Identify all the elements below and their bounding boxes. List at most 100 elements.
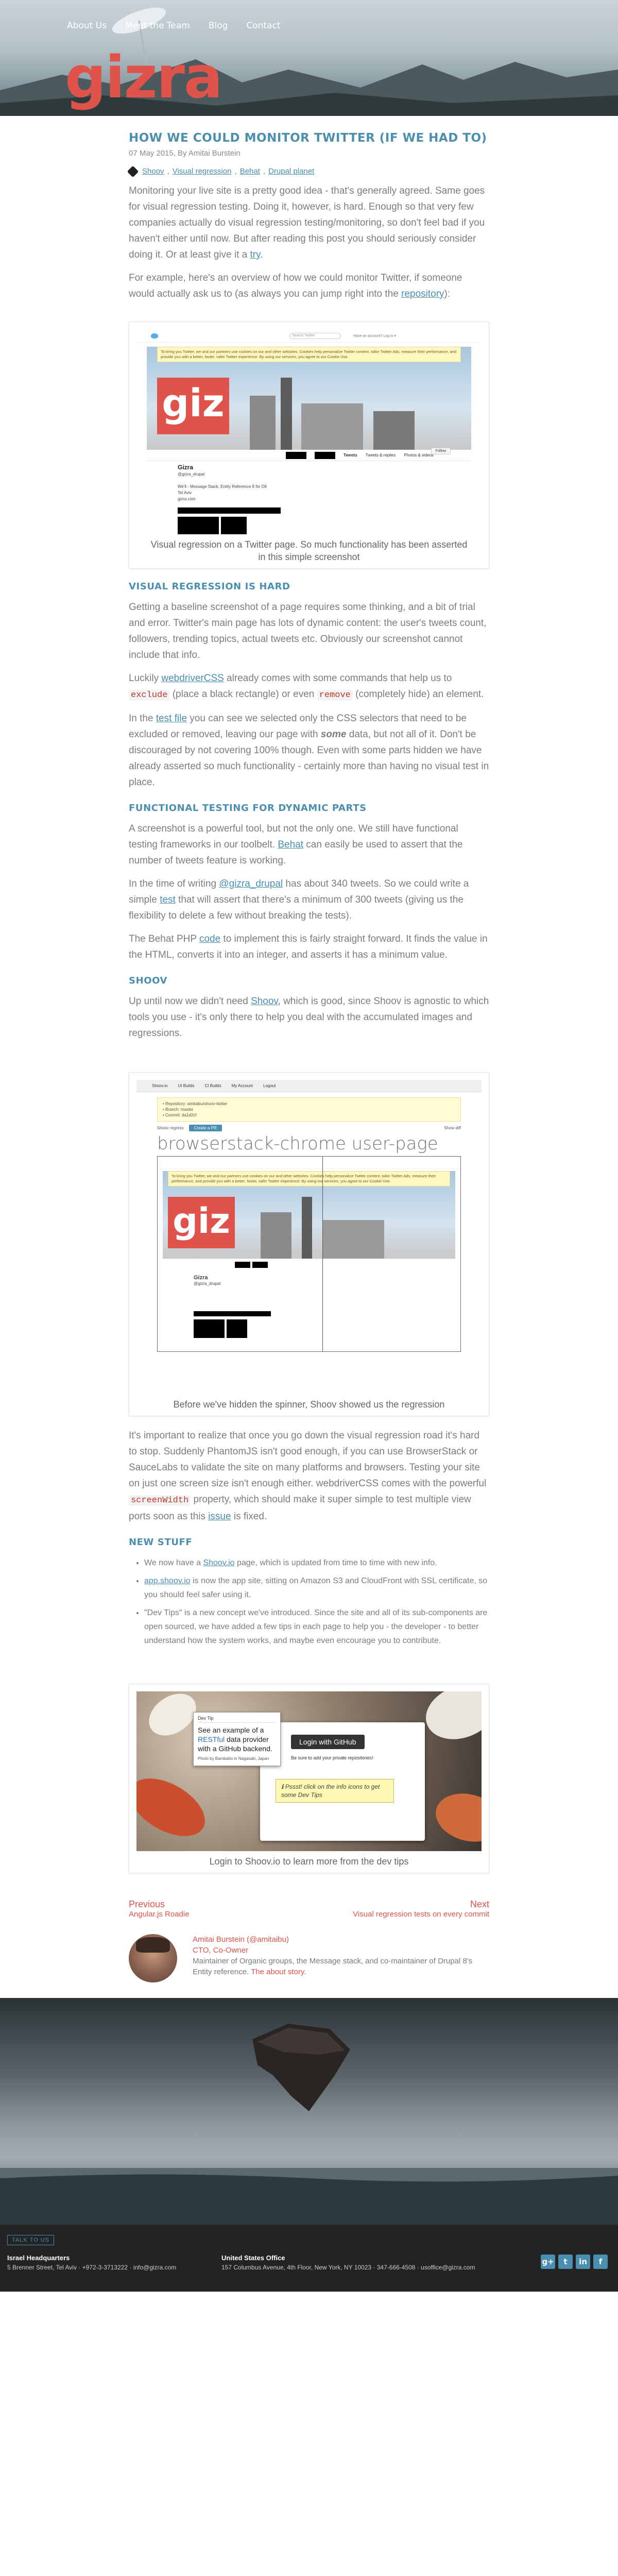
sea-image <box>0 2168 618 2225</box>
tag-shoov[interactable]: Shoov <box>142 167 164 176</box>
section-heading: SHOOV <box>129 975 168 986</box>
issue-link[interactable]: issue <box>208 1511 231 1522</box>
shoov-screenshot-figure: Shoov.io UI Builds CI Builds My Account … <box>129 1072 489 1416</box>
shoov-tabs: Shoov.io UI Builds CI Builds My Account … <box>136 1080 482 1092</box>
paragraph: In the test file you can see we selected… <box>129 713 489 788</box>
excluded-region <box>194 1319 225 1338</box>
twitter-screenshot: Search Twitter Have an account? Log in ▾… <box>136 329 482 534</box>
floating-rock-image <box>252 2024 350 2111</box>
tag-visual-regression[interactable]: Visual regression <box>173 167 232 176</box>
excluded-region <box>178 517 219 534</box>
footer-hero-image <box>0 1998 618 2225</box>
author-role: CTO, Co-Owner <box>193 1946 249 1955</box>
figure-caption: Visual regression on a Twitter page. So … <box>150 539 468 562</box>
section-heading: NEW STUFF <box>129 1537 193 1548</box>
dev-tip-popover: Dev Tip See an example of a RESTful data… <box>193 1712 281 1766</box>
twitter-profile-info: Gizra @gizra_drupal We'll - Message Stac… <box>178 464 267 501</box>
building-shape <box>250 396 276 450</box>
gizra-avatar-logo: giz <box>157 378 229 434</box>
regression-diff-view: To bring you Twitter, we and our partner… <box>157 1156 461 1352</box>
webdrivercss-link[interactable]: webdriverCSS <box>161 673 224 684</box>
nav-about-us[interactable]: About Us <box>67 21 107 31</box>
twitter-icon[interactable]: t <box>558 2255 573 2269</box>
author-box: Amitai Burstein (@amitaibu) CTO, Co-Owne… <box>129 1934 489 1982</box>
login-with-github-button: Login with GitHub <box>291 1735 365 1749</box>
shoov-screenshot: Shoov.io UI Builds CI Builds My Account … <box>136 1080 482 1394</box>
new-stuff-list: We now have a Shoov.io page, which is up… <box>129 1556 489 1648</box>
paragraph: The Behat PHP code to implement this is … <box>129 934 488 960</box>
shoov-build-info: • Repository: amitaibu/shoov-twitter • B… <box>157 1097 461 1122</box>
linkedin-icon[interactable]: in <box>576 2255 590 2269</box>
tag-behat[interactable]: Behat <box>240 167 260 176</box>
figure-caption: Login to Shoov.io to learn more from the… <box>209 1856 409 1867</box>
behat-link[interactable]: Behat <box>278 839 303 850</box>
site-logo[interactable]: gizra <box>65 49 223 107</box>
list-item: We now have a Shoov.io page, which is up… <box>144 1556 489 1570</box>
tab-photos-videos: Photos & videos <box>404 453 434 457</box>
follow-button: Follow <box>431 448 451 454</box>
blog-article: HOW WE COULD MONITOR TWITTER (IF WE HAD … <box>127 116 489 1982</box>
test-file-link[interactable]: test file <box>156 713 187 724</box>
shoov-io-link[interactable]: Shoov.io <box>203 1558 234 1567</box>
intro-paragraph-2: For example, here's an overview of how w… <box>129 273 462 299</box>
app-shoov-io-link[interactable]: app.shoov.io <box>144 1577 191 1585</box>
excluded-region <box>178 507 281 514</box>
twitter-profile-tabs: Tweets Tweets & replies Photos & videos <box>147 450 471 461</box>
author-bio: Maintainer of Organic groups, the Messag… <box>193 1957 473 1976</box>
twitter-login-link: Have an account? Log in ▾ <box>353 334 396 338</box>
section-heading: VISUAL REGRESSION IS HARD <box>129 581 290 592</box>
cookie-warning: To bring you Twitter, we and our partner… <box>157 347 461 362</box>
post-title: HOW WE COULD MONITOR TWITTER (IF WE HAD … <box>129 131 487 145</box>
gizra-drupal-link[interactable]: @gizra_drupal <box>219 878 283 889</box>
shoov-link[interactable]: Shoov <box>251 996 278 1007</box>
site-header: About Us Meet the Team Blog Contact gizr… <box>0 0 618 116</box>
post-pager: Previous Angular.js Roadie Next Visual r… <box>129 1899 489 1919</box>
test-link[interactable]: test <box>160 894 176 905</box>
paragraph: It's important to realize that once you … <box>129 1430 487 1522</box>
building-shape <box>281 378 292 450</box>
koi-fish-shape <box>136 1767 215 1848</box>
code-exclude: exclude <box>129 690 170 701</box>
nav-contact[interactable]: Contact <box>246 21 280 31</box>
koi-fish-shape <box>418 1691 482 1749</box>
try-link[interactable]: try <box>250 249 261 260</box>
google-plus-icon[interactable]: g+ <box>541 2255 555 2269</box>
twitter-banner: To bring you Twitter, we and our partner… <box>147 347 471 450</box>
create-pr-button: Create a PR <box>188 1125 222 1131</box>
tag-icon <box>127 165 139 177</box>
excluded-region <box>315 451 335 459</box>
excluded-region <box>227 1319 247 1338</box>
repository-link[interactable]: repository <box>401 289 444 299</box>
paragraph: A screenshot is a powerful tool, but not… <box>129 823 463 866</box>
excluded-region <box>252 1262 268 1268</box>
building-shape <box>301 403 363 450</box>
figure-caption: Before we've hidden the spinner, Shoov s… <box>173 1399 445 1410</box>
social-links: g+ t in f <box>541 2255 608 2269</box>
diff-divider <box>322 1157 323 1351</box>
dev-tip-hint: ℹ Pssst! click on the info icons to get … <box>276 1779 394 1803</box>
facebook-icon[interactable]: f <box>593 2255 608 2269</box>
talk-to-us-button[interactable]: TALK TO US <box>7 2235 54 2245</box>
code-link[interactable]: code <box>199 934 220 944</box>
tag-drupal-planet[interactable]: Drupal planet <box>268 167 314 176</box>
next-post-link[interactable]: Next Visual regression tests on every co… <box>353 1899 489 1919</box>
post-meta: 07 May 2015, By Amitai Burstein <box>129 149 241 158</box>
tab-tweets-replies: Tweets & replies <box>365 453 396 457</box>
dev-tips-figure: Login with GitHub Be sure to add your pr… <box>129 1684 489 1873</box>
twitter-search-input: Search Twitter <box>289 332 341 339</box>
paragraph: Up until now we didn't need Shoov, which… <box>129 996 489 1039</box>
paragraph: Getting a baseline screenshot of a page … <box>129 602 487 660</box>
author-avatar <box>129 1934 177 1982</box>
nav-meet-the-team[interactable]: Meet the Team <box>125 21 190 31</box>
code-remove: remove <box>317 690 353 701</box>
author-name[interactable]: Amitai Burstein (@amitaibu) <box>193 1934 489 1945</box>
code-screenwidth: screenWidth <box>129 1495 191 1506</box>
nav-blog[interactable]: Blog <box>209 21 228 31</box>
building-shape <box>373 411 415 450</box>
twitter-screenshot-figure: Search Twitter Have an account? Log in ▾… <box>129 321 489 569</box>
login-panel: Login with GitHub Be sure to add your pr… <box>260 1722 425 1841</box>
previous-post-link[interactable]: Previous Angular.js Roadie <box>129 1899 190 1919</box>
about-story-link[interactable]: The about story. <box>251 1968 306 1976</box>
list-item: "Dev Tips" is a new concept we've introd… <box>144 1606 489 1648</box>
paragraph: Luckily webdriverCSS already comes with … <box>129 673 484 701</box>
